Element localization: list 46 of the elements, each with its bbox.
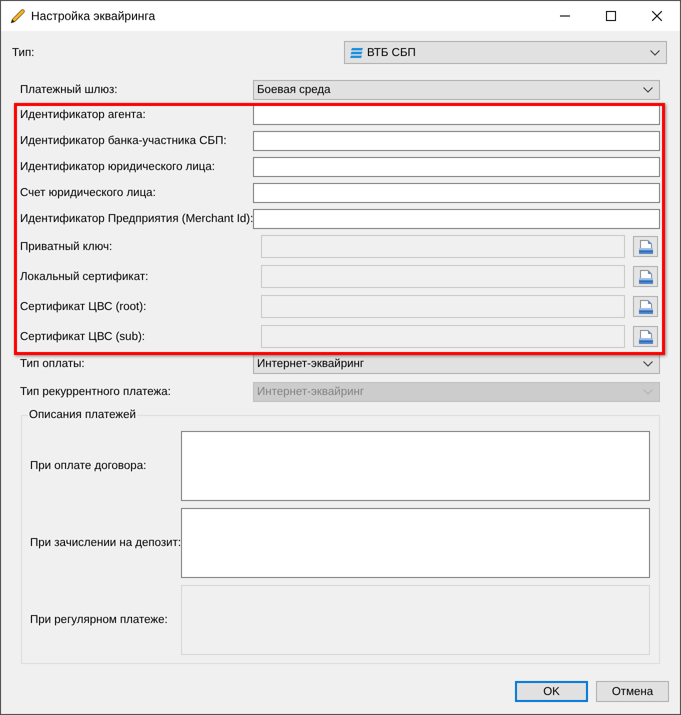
field-label: Идентификатор банка-участника СБП: bbox=[20, 135, 228, 147]
description-field[interactable] bbox=[181, 431, 650, 501]
field-label: Сертификат ЦВС (root): bbox=[20, 300, 148, 312]
field-label: Идентификатор юридического лица: bbox=[20, 161, 216, 173]
field-label: При оплате договора: bbox=[30, 460, 148, 472]
document-icon bbox=[638, 328, 654, 344]
chevron-down-icon bbox=[643, 389, 653, 395]
field-label: При регулярном платеже: bbox=[30, 614, 169, 626]
field-label: Тип рекуррентного платежа: bbox=[20, 386, 172, 398]
group-title: Описания платежей bbox=[28, 408, 137, 422]
field-label: Платежный шлюз: bbox=[20, 84, 118, 96]
chevron-down-icon bbox=[643, 87, 653, 93]
payment-type-dropdown[interactable]: Интернет-эквайринг bbox=[253, 354, 660, 374]
type-dropdown[interactable]: ВТБ СБП bbox=[344, 41, 667, 64]
input-field[interactable] bbox=[253, 183, 660, 203]
pencil-icon bbox=[10, 8, 25, 24]
field-label: Счет юридического лица: bbox=[20, 187, 157, 199]
gateway-dropdown[interactable]: Боевая среда bbox=[253, 80, 660, 100]
input-field[interactable] bbox=[253, 157, 660, 177]
browse-button[interactable] bbox=[633, 236, 658, 257]
field-label: Идентификатор Предприятия (Merchant Id): bbox=[20, 213, 253, 225]
stripes-icon bbox=[350, 48, 363, 58]
ok-button[interactable]: OK bbox=[515, 681, 588, 702]
input-field[interactable] bbox=[253, 105, 660, 125]
browse-button[interactable] bbox=[633, 326, 658, 347]
document-icon bbox=[638, 238, 654, 254]
field-label: Тип: bbox=[12, 46, 36, 58]
field-label: Локальный сертификат: bbox=[20, 270, 150, 282]
input-field[interactable] bbox=[253, 131, 660, 151]
document-icon bbox=[638, 298, 654, 314]
field-label: При зачислении на депозит: bbox=[30, 537, 181, 549]
field-label: Идентификатор агента: bbox=[20, 109, 147, 121]
browse-button[interactable] bbox=[633, 296, 658, 317]
cancel-button[interactable]: Отмена bbox=[596, 681, 669, 702]
close-icon bbox=[652, 11, 662, 21]
input-field[interactable] bbox=[253, 209, 660, 229]
document-icon bbox=[638, 268, 654, 284]
maximize-icon bbox=[606, 11, 616, 21]
description-field[interactable] bbox=[181, 508, 650, 578]
field-label: Сертификат ЦВС (sub): bbox=[20, 330, 146, 342]
chevron-down-icon bbox=[650, 50, 660, 56]
chevron-down-icon bbox=[643, 361, 653, 367]
field-label: Тип оплаты: bbox=[20, 358, 86, 370]
field-label: Приватный ключ: bbox=[20, 240, 114, 252]
browse-button[interactable] bbox=[633, 266, 658, 287]
window-title: Настройка эквайринга bbox=[31, 9, 156, 23]
